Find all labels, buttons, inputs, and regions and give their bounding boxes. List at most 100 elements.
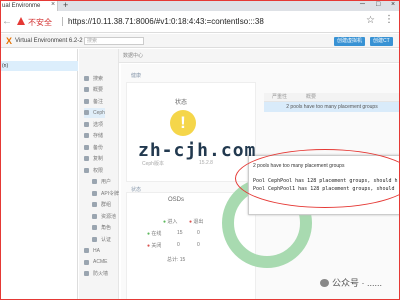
not-secure-label[interactable]: 不安全 [28,17,52,28]
nav-item[interactable]: 资源池 [92,211,116,221]
search-input[interactable]: 搜索 [84,37,144,45]
breadcrumb: 数据中心 [119,49,400,63]
nav-item-label: 群组 [101,202,112,208]
nav-item-icon [92,190,97,196]
window-close-icon[interactable]: × [391,1,395,8]
osd-down-out-value: 0 [197,242,200,248]
nav-item-icon [92,213,97,219]
warning-icon [17,17,25,25]
nav-item[interactable]: 搜索 [84,73,103,83]
nav-item[interactable]: HA [84,246,100,256]
nav-item[interactable]: 存储 [84,131,103,141]
watermark: zh-cjh.com [138,140,257,161]
nav-item[interactable]: 选项 [84,119,103,129]
osd-in-header: ● 进入 [163,219,178,225]
health-section-title: 健康 [131,73,142,79]
nav-item-label: 资源池 [101,213,117,220]
url-field[interactable]: https://10.11.38.71:8006/#v1:0:18:4:43:=… [68,17,264,26]
nav-item-icon [84,98,89,104]
tree-item-selected[interactable]: (n) [0,61,78,71]
new-tab-icon[interactable]: + [63,0,68,10]
warnings-table-header: 严重性 概要 [264,93,400,102]
nav-item[interactable]: 备注 [84,96,103,106]
osd-title: OSDs [168,197,185,203]
close-icon[interactable]: × [51,1,55,8]
nav-item-label: ACME [93,259,108,265]
nav-item[interactable]: 群组 [92,200,111,210]
create-vm-button[interactable]: 创建虚拟机 [334,37,366,46]
wechat-icon [320,278,329,287]
highlight-ellipse [235,149,400,208]
nav-item-icon [84,144,89,150]
table-row[interactable]: 2 pools have too many placement groups [264,102,400,112]
create-ct-button[interactable]: 创建CT [370,37,393,46]
minimize-icon[interactable]: ─ [360,1,365,8]
browser-tab-bar: ual Environme × + ─ □ × [0,0,400,11]
browser-tab[interactable]: ual Environme × [0,0,58,11]
osd-total: 总计: 15 [167,257,186,263]
nav-item[interactable]: 权限 [84,165,103,175]
nav-item[interactable]: 用户 [92,177,111,187]
nav-item-icon [92,236,97,242]
nav-item[interactable]: ACME [84,257,107,267]
nav-item-icon [84,271,89,276]
star-icon[interactable]: ☆ [366,15,375,26]
wechat-badge: 公众号 · ...... [320,276,382,289]
ceph-version-label: Ceph版本 [142,161,164,167]
nav-item-label: 权限 [93,167,104,174]
status-label: 状态 [175,100,188,106]
nav-item-icon [84,87,89,92]
nav-item-label: HA [93,247,100,254]
nav-item[interactable]: 角色 [92,223,111,233]
proxmox-logo: X [6,36,13,46]
nav-item-label: 搜索 [93,75,104,82]
summary-column-header[interactable]: 概要 [306,93,316,102]
osd-up-in-value: 15 [177,230,183,236]
nav-item-label: 角色 [101,225,112,231]
nav-item-icon [84,121,89,127]
nav-item-icon [92,225,97,230]
osd-down-row-label: ● 关闭 [147,243,162,249]
nav-item-icon [84,110,89,115]
severity-column-header[interactable]: 严重性 [272,93,287,102]
pve-header: X Virtual Environment 6.2-2 搜索 创建虚拟机 创建C… [0,34,400,48]
nav-item-label: 用户 [101,179,112,185]
nav-item-icon [84,167,89,173]
tab-title: ual Environme [2,2,41,9]
nav-item-label: API令牌 [101,190,120,197]
nav-item[interactable]: 概要 [84,85,103,95]
nav-item-icon [92,179,97,184]
wechat-label: 公众号 · ...... [332,278,383,288]
nav-item-label: 复制 [93,156,104,162]
health-warning-icon: ! [170,110,196,136]
nav-item-label: Ceph [93,109,105,116]
nav-item[interactable]: Ceph [84,107,105,118]
nav-item-label: 认证 [101,236,112,243]
nav-item[interactable]: 复制 [84,154,103,164]
osd-out-header: ● 退出 [189,219,204,225]
osd-up-row-label: ● 在线 [147,231,162,237]
nav-item-icon [84,259,89,265]
nav-item-label: 备份 [93,144,104,151]
osd-down-in-value: 0 [177,242,180,248]
nav-item[interactable]: 认证 [92,234,111,244]
nav-item-label: 选项 [93,121,104,128]
nav-item[interactable]: 备份 [84,142,103,152]
nav-item[interactable]: 防火墙 [84,269,108,279]
back-arrow-icon[interactable]: ← [2,16,12,27]
osd-up-out-value: 0 [197,230,200,236]
resource-tree: (n) [0,49,78,300]
up-label: 在线 [151,231,162,237]
nav-item-icon [84,156,89,161]
nav-item-icon [92,202,97,207]
maximize-icon[interactable]: □ [376,1,380,8]
nav-item-label: 概要 [93,87,104,93]
in-label: 进入 [167,219,178,225]
menu-icon[interactable]: ⋮ [384,15,394,25]
nav-item-icon [84,75,89,81]
nav-item[interactable]: API令牌 [92,188,119,198]
nav-item-label: 防火墙 [93,271,109,277]
app-title: Virtual Environment 6.2-2 [15,38,83,44]
nav-item-icon [84,248,89,253]
nav-item-label: 备注 [93,98,104,105]
